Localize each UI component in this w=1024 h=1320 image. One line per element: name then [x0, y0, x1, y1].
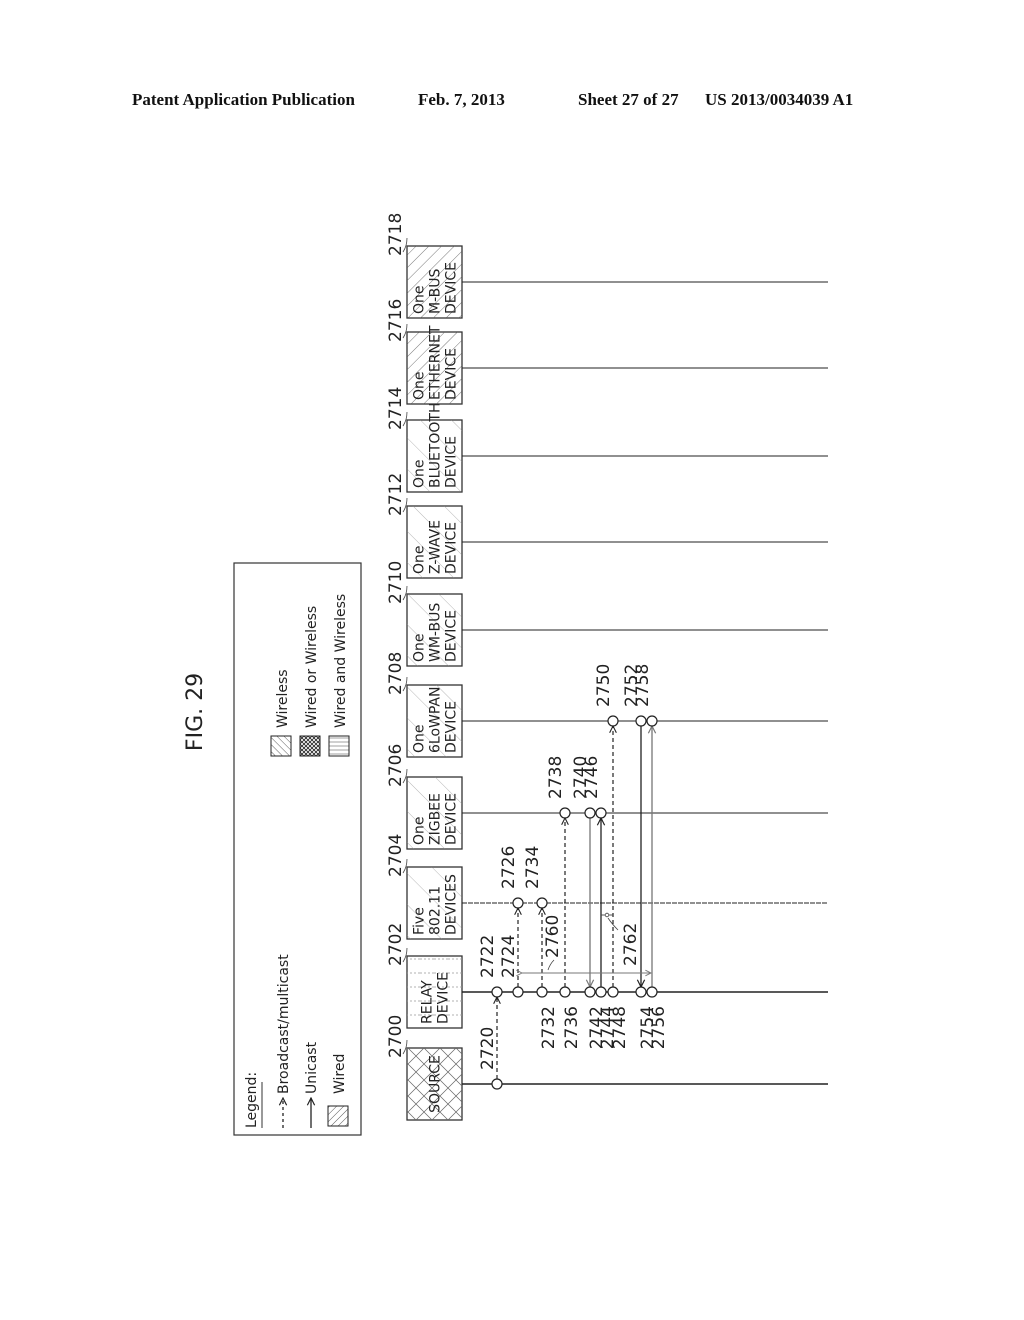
- device-ref-number: 2712: [386, 473, 406, 516]
- event-node: [646, 715, 658, 727]
- device-ref-number: 2716: [386, 299, 406, 342]
- event-node: [512, 986, 524, 998]
- device-label: DEVICE: [444, 610, 460, 662]
- event-ref-number: 2750: [594, 664, 614, 707]
- legend-wired-or-wireless-swatch-icon: [299, 735, 321, 757]
- device-label: BLUETOOTH: [428, 403, 444, 488]
- device-label: SOURCE: [428, 1055, 444, 1113]
- event-node: [595, 807, 607, 819]
- sequence-diagram: FIG. 29 Legend: Broadcast/multicast Unic…: [183, 213, 828, 1136]
- device-label: ETHERNET: [428, 325, 444, 400]
- device-label: M-BUS: [428, 269, 444, 314]
- device-ref-number: 2702: [386, 923, 406, 966]
- span-marker: [604, 912, 610, 918]
- device-2706: One ZIGBEE DEVICE 2706: [386, 744, 828, 850]
- device-label: WM-BUS: [428, 603, 444, 662]
- event-node: [491, 986, 503, 998]
- legend-title: Legend:: [244, 1072, 260, 1128]
- event-node: [536, 986, 548, 998]
- event-node: [584, 986, 596, 998]
- event-ref-number: 2738: [546, 756, 566, 799]
- device-label: Five: [412, 907, 428, 935]
- leader-line: [547, 959, 555, 971]
- event-ref-number: 2758: [633, 664, 653, 707]
- legend-wired-and-wireless-swatch-icon: [328, 735, 350, 757]
- legend-unicast-label: Unicast: [304, 1041, 320, 1094]
- event-node: [607, 715, 619, 727]
- event-ref-number: 2748: [610, 1006, 630, 1049]
- messages: 27202722 27242726 27342732 2736 274227442748…: [478, 664, 669, 1090]
- device-ref-number: 2704: [386, 834, 406, 877]
- device-label: 802.11: [428, 886, 444, 935]
- device-label: ZIGBEE: [428, 793, 444, 845]
- device-label: DEVICE: [444, 522, 460, 574]
- device-ref-number: 2714: [386, 387, 406, 430]
- device-label: One: [412, 724, 428, 753]
- legend-wired-or-wireless-label: Wired or Wireless: [304, 606, 320, 728]
- event-node: [635, 986, 647, 998]
- event-ref-number: 2756: [649, 1006, 669, 1049]
- device-label: DEVICE: [444, 436, 460, 488]
- legend-broadcast-label: Broadcast/multicast: [276, 954, 292, 1094]
- event-node: [635, 715, 647, 727]
- device-label: DEVICE: [444, 701, 460, 753]
- device-label: DEVICE: [444, 793, 460, 845]
- event-ref-number: 2722: [478, 935, 498, 978]
- legend: Legend: Broadcast/multicast Unicast Wire…: [233, 562, 362, 1136]
- timing-spans: 2760 2762: [522, 912, 651, 973]
- device-2718: One M-BUS DEVICE 2718: [386, 213, 828, 319]
- legend-wired-and-wireless-label: Wired and Wireless: [333, 594, 349, 728]
- event-node: [595, 986, 607, 998]
- device-label: DEVICE: [436, 972, 452, 1024]
- device-label: One: [412, 459, 428, 488]
- event-node: [559, 807, 571, 819]
- legend-wired-swatch-icon: [327, 1105, 349, 1127]
- event-ref-number: 2732: [539, 1006, 559, 1049]
- device-label: RELAY: [420, 980, 436, 1024]
- span-2762: 2762: [601, 912, 641, 966]
- message-2748-2750: [607, 715, 619, 998]
- event-node: [559, 986, 571, 998]
- event-ref-number: 2746: [582, 756, 602, 799]
- event-node: [646, 986, 658, 998]
- event-ref-number: 2736: [562, 1006, 582, 1049]
- event-node: [491, 1078, 503, 1090]
- device-ref-number: 2708: [386, 652, 406, 695]
- message-2756-2758: [646, 715, 658, 998]
- event-ref-number: 2724: [499, 935, 519, 978]
- device-label: 6LoWPAN: [428, 687, 444, 753]
- device-ref-number: 2718: [386, 213, 406, 256]
- device-label: One: [412, 371, 428, 400]
- legend-wireless-swatch-icon: [270, 735, 292, 757]
- device-label: Z-WAVE: [428, 520, 444, 574]
- device-label: DEVICES: [444, 874, 460, 935]
- figure-title: FIG. 29: [183, 673, 208, 751]
- event-node: [512, 897, 524, 909]
- device-label: One: [412, 285, 428, 314]
- device-label: DEVICE: [444, 262, 460, 314]
- event-ref-number: 2734: [523, 846, 543, 889]
- device-ref-number: 2700: [386, 1015, 406, 1058]
- device-label: DEVICE: [444, 348, 460, 400]
- event-node: [584, 807, 596, 819]
- span-ref-number: 2760: [543, 915, 563, 958]
- event-node: [536, 897, 548, 909]
- device-label: One: [412, 633, 428, 662]
- legend-wireless-label: Wireless: [275, 669, 291, 728]
- device-label: One: [412, 816, 428, 845]
- device-label: One: [412, 545, 428, 574]
- legend-wired-label: Wired: [332, 1054, 348, 1094]
- span-ref-number: 2762: [621, 923, 641, 966]
- device-ref-number: 2706: [386, 744, 406, 787]
- event-ref-number: 2726: [499, 846, 519, 889]
- event-ref-number: 2720: [478, 1027, 498, 1070]
- event-node: [607, 986, 619, 998]
- device-ref-number: 2710: [386, 561, 406, 604]
